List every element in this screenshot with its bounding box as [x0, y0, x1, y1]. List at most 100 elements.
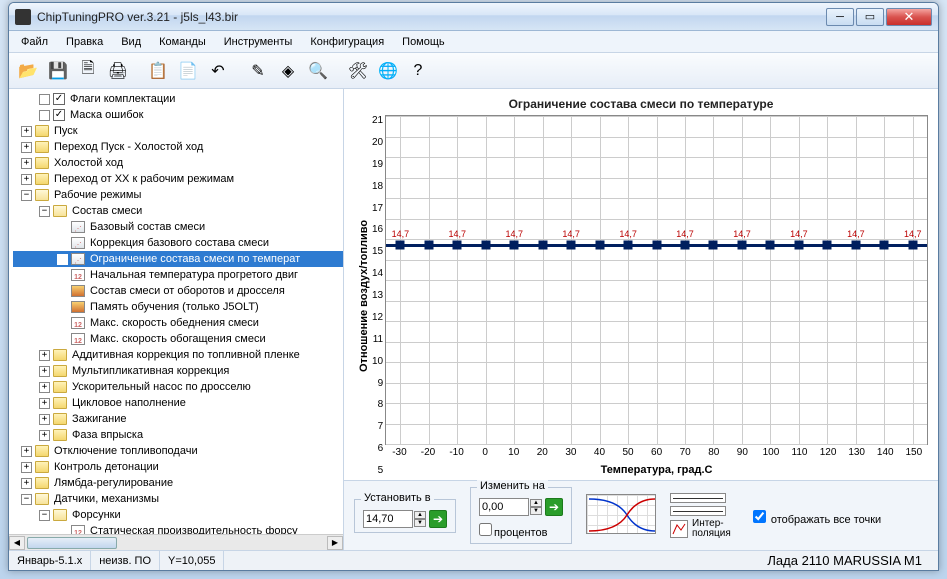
- scroll-right-arrow[interactable]: ▶: [327, 536, 343, 550]
- tree-node-2[interactable]: +Пуск: [13, 123, 343, 139]
- copy-icon[interactable]: 📋: [145, 58, 171, 84]
- tree-twister[interactable]: +: [21, 142, 32, 153]
- change-value-input[interactable]: [479, 498, 529, 516]
- tree-node-9[interactable]: ⋰Коррекция базового состава смеси: [13, 235, 343, 251]
- tree-node-6[interactable]: −Рабочие режимы: [13, 187, 343, 203]
- data-point[interactable]: [538, 241, 547, 250]
- scroll-left-arrow[interactable]: ◀: [9, 536, 25, 550]
- tree-node-21[interactable]: +Фаза впрыска: [13, 427, 343, 443]
- data-point[interactable]: [481, 241, 490, 250]
- tree-twister[interactable]: +: [21, 478, 32, 489]
- maximize-button[interactable]: ▭: [856, 8, 884, 26]
- data-point[interactable]: [453, 241, 462, 250]
- data-point[interactable]: [880, 241, 889, 250]
- tree-node-14[interactable]: 12Макс. скорость обеднения смеси: [13, 315, 343, 331]
- tree-node-20[interactable]: +Зажигание: [13, 411, 343, 427]
- tune-icon[interactable]: 🛠: [345, 58, 371, 84]
- tree-node-23[interactable]: +Контроль детонации: [13, 459, 343, 475]
- tree-node-8[interactable]: ⋰Базовый состав смеси: [13, 219, 343, 235]
- tree-twister[interactable]: −: [21, 494, 32, 505]
- save-as-icon[interactable]: 🗎: [75, 58, 101, 84]
- menu-Команды[interactable]: Команды: [151, 34, 214, 50]
- menu-Помощь[interactable]: Помощь: [394, 34, 453, 50]
- tree-twister[interactable]: +: [21, 446, 32, 457]
- percent-checkbox[interactable]: [479, 523, 492, 536]
- print-icon[interactable]: 🖨: [105, 58, 131, 84]
- menu-Вид[interactable]: Вид: [113, 34, 149, 50]
- tree-node-17[interactable]: +Мультипликативная коррекция: [13, 363, 343, 379]
- tree-twister[interactable]: +: [21, 158, 32, 169]
- titlebar[interactable]: ChipTuningPRO ver.3.21 - j5ls_l43.bir ─ …: [9, 3, 938, 31]
- tree-pane[interactable]: ✓Флаги комплектации✓Маска ошибок+Пуск+Пе…: [9, 89, 344, 550]
- tree-node-11[interactable]: 12Начальная температура прогретого двиг: [13, 267, 343, 283]
- tree-node-15[interactable]: 12Макс. скорость обогащения смеси: [13, 331, 343, 347]
- data-point[interactable]: [567, 241, 576, 250]
- data-point[interactable]: [766, 241, 775, 250]
- paste-icon[interactable]: 📄: [175, 58, 201, 84]
- data-point[interactable]: [652, 241, 661, 250]
- change-value-spinner[interactable]: ▲▼: [530, 499, 542, 515]
- tree-twister[interactable]: +: [21, 126, 32, 137]
- tree-node-5[interactable]: +Переход от ХХ к рабочим режимам: [13, 171, 343, 187]
- chart-plot[interactable]: 14,714,714,714,714,714,714,714,714,714,7: [385, 115, 928, 445]
- tree-node-7[interactable]: −Состав смеси: [13, 203, 343, 219]
- data-point[interactable]: [424, 241, 433, 250]
- tree-node-22[interactable]: +Отключение топливоподачи: [13, 443, 343, 459]
- data-point[interactable]: [709, 241, 718, 250]
- tree-node-13[interactable]: Память обучения (только J5OLT): [13, 299, 343, 315]
- tree-node-0[interactable]: ✓Флаги комплектации: [13, 91, 343, 107]
- data-point[interactable]: [794, 241, 803, 250]
- tree-twister[interactable]: +: [39, 350, 50, 361]
- data-point[interactable]: [681, 241, 690, 250]
- tree-hscrollbar[interactable]: ◀ ▶: [9, 534, 343, 550]
- minimize-button[interactable]: ─: [826, 8, 854, 26]
- tree-twister[interactable]: +: [21, 174, 32, 185]
- change-value-apply-button[interactable]: ➔: [545, 498, 563, 516]
- set-value-input[interactable]: [363, 510, 413, 528]
- open-icon[interactable]: 📂: [15, 58, 41, 84]
- menu-Правка[interactable]: Правка: [58, 34, 111, 50]
- tree-twister[interactable]: +: [39, 414, 50, 425]
- set-value-spinner[interactable]: ▲▼: [414, 511, 426, 527]
- tree-node-26[interactable]: −Форсунки: [13, 507, 343, 523]
- data-point[interactable]: [823, 241, 832, 250]
- data-point[interactable]: [851, 241, 860, 250]
- save-icon[interactable]: 💾: [45, 58, 71, 84]
- menu-Файл[interactable]: Файл: [13, 34, 56, 50]
- tree-node-1[interactable]: ✓Маска ошибок: [13, 107, 343, 123]
- curve-sketch[interactable]: [586, 494, 656, 534]
- help-icon[interactable]: ?: [405, 58, 431, 84]
- tree-node-16[interactable]: +Аддитивная коррекция по топливной пленк…: [13, 347, 343, 363]
- tree-node-10[interactable]: ⋰Ограничение состава смеси по температ: [13, 251, 343, 267]
- close-button[interactable]: ✕: [886, 8, 932, 26]
- globe-icon[interactable]: 🌐: [375, 58, 401, 84]
- edit-icon[interactable]: ✎: [245, 58, 271, 84]
- data-point[interactable]: [908, 241, 917, 250]
- tree-twister[interactable]: [39, 94, 50, 105]
- tree-node-12[interactable]: Состав смеси от оборотов и дросселя: [13, 283, 343, 299]
- info-icon[interactable]: ◈: [275, 58, 301, 84]
- data-point[interactable]: [396, 241, 405, 250]
- search-icon[interactable]: 🔍: [305, 58, 331, 84]
- menu-Инструменты[interactable]: Инструменты: [216, 34, 301, 50]
- data-point[interactable]: [595, 241, 604, 250]
- tree-twister[interactable]: +: [39, 398, 50, 409]
- data-point[interactable]: [737, 241, 746, 250]
- tree-node-3[interactable]: +Переход Пуск - Холостой ход: [13, 139, 343, 155]
- mini-view-2[interactable]: [670, 506, 726, 516]
- tree-node-4[interactable]: +Холостой ход: [13, 155, 343, 171]
- tree-twister[interactable]: +: [39, 366, 50, 377]
- data-point[interactable]: [510, 241, 519, 250]
- scroll-thumb[interactable]: [27, 537, 117, 549]
- tree-twister[interactable]: +: [39, 382, 50, 393]
- mini-view-1[interactable]: [670, 493, 726, 503]
- show-all-points-checkbox[interactable]: [753, 510, 766, 523]
- tree-twister[interactable]: [39, 110, 50, 121]
- set-value-apply-button[interactable]: ➔: [429, 510, 447, 528]
- tree-node-24[interactable]: +Лямбда-регулирование: [13, 475, 343, 491]
- menu-Конфигурация[interactable]: Конфигурация: [302, 34, 392, 50]
- tree-node-25[interactable]: −Датчики, механизмы: [13, 491, 343, 507]
- undo-icon[interactable]: ↶: [205, 58, 231, 84]
- tree-twister[interactable]: +: [39, 430, 50, 441]
- tree-twister[interactable]: +: [21, 462, 32, 473]
